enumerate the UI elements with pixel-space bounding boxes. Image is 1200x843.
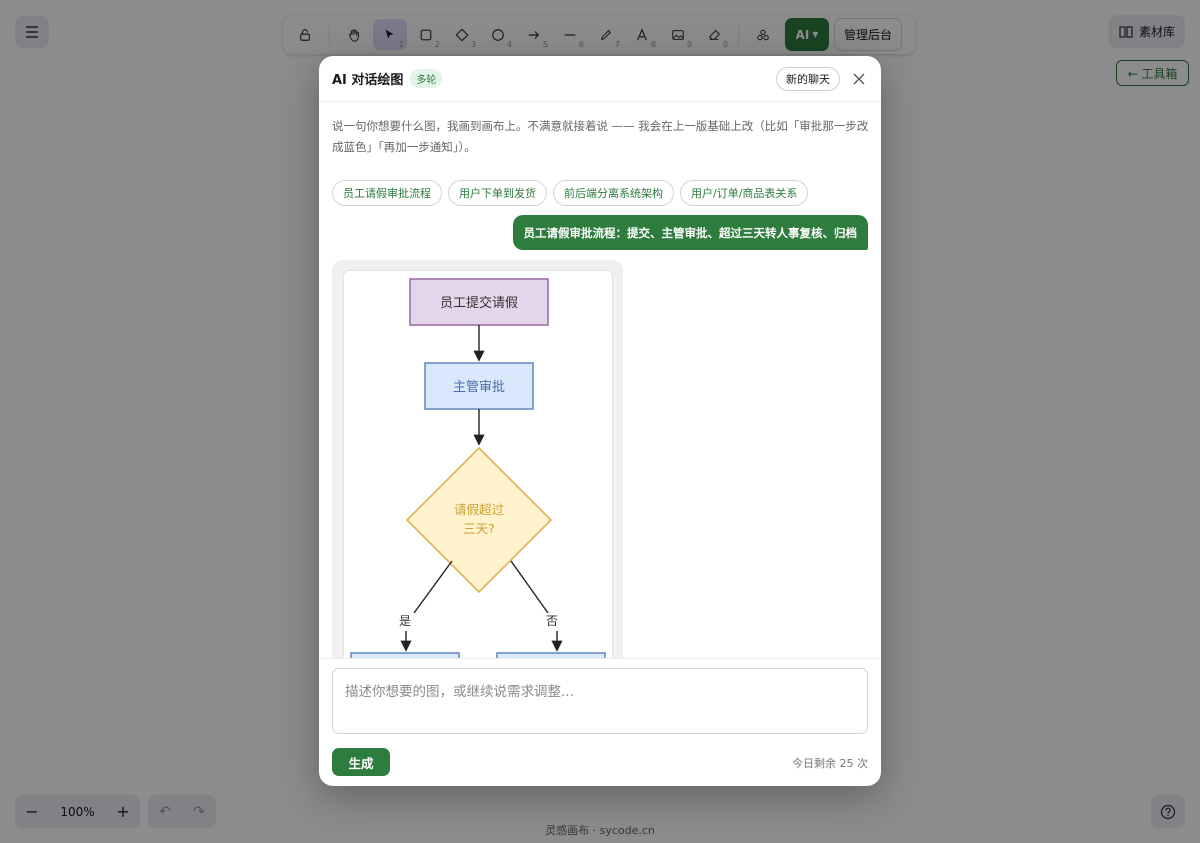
- branch-yes-label: 是: [399, 614, 411, 628]
- daily-quota: 今日剩余 25 次: [792, 757, 868, 770]
- composer: 生成 今日剩余 25 次: [319, 658, 881, 786]
- dialog-header: AI 对话绘图 多轮 新的聊天: [319, 56, 881, 102]
- suggestion-chip[interactable]: 前后端分离系统架构: [553, 180, 674, 206]
- decision-label-line2: 三天?: [463, 521, 495, 536]
- ai-chat-dialog: AI 对话绘图 多轮 新的聊天 说一句你想要什么图，我画到画布上。不满意就接着说…: [319, 56, 881, 786]
- chat-area[interactable]: 说一句你想要什么图，我画到画布上。不满意就接着说 —— 我会在上一版基础上改（比…: [319, 103, 881, 658]
- edge-no: [510, 560, 549, 614]
- node-decision: [405, 446, 553, 594]
- new-chat-button[interactable]: 新的聊天: [776, 66, 840, 91]
- edge-yes: [413, 560, 453, 614]
- intro-text: 说一句你想要什么图，我画到画布上。不满意就接着说 —— 我会在上一版基础上改（比…: [332, 119, 869, 154]
- suggestion-chip[interactable]: 用户下单到发货: [448, 180, 547, 206]
- user-message: 员工请假审批流程：提交、主管审批、超过三天转人事复核、归档: [512, 215, 868, 250]
- node-submit-label: 员工提交请假: [440, 295, 518, 311]
- flowchart-svg: 员工提交请假 主管审批 请假超过 三天? 是 否: [350, 278, 606, 658]
- diagram-preview[interactable]: 员工提交请假 主管审批 请假超过 三天? 是 否: [343, 270, 613, 658]
- dialog-title: AI 对话绘图: [332, 73, 404, 88]
- generate-button[interactable]: 生成: [332, 748, 390, 776]
- multi-turn-badge: 多轮: [410, 69, 443, 88]
- suggestion-chip[interactable]: 用户/订单/商品表关系: [680, 180, 809, 206]
- decision-label-line1: 请假超过: [454, 502, 505, 517]
- ai-response-bubble: 员工提交请假 主管审批 请假超过 三天? 是 否: [332, 260, 623, 658]
- branch-no-label: 否: [546, 614, 558, 628]
- suggestion-chip[interactable]: 员工请假审批流程: [332, 180, 442, 206]
- close-icon: [853, 73, 865, 84]
- close-button[interactable]: [850, 70, 868, 88]
- node-manager-label: 主管审批: [453, 380, 505, 395]
- suggestion-chips: 员工请假审批流程 用户下单到发货 前后端分离系统架构 用户/订单/商品表关系: [332, 180, 809, 206]
- prompt-input[interactable]: [332, 668, 868, 734]
